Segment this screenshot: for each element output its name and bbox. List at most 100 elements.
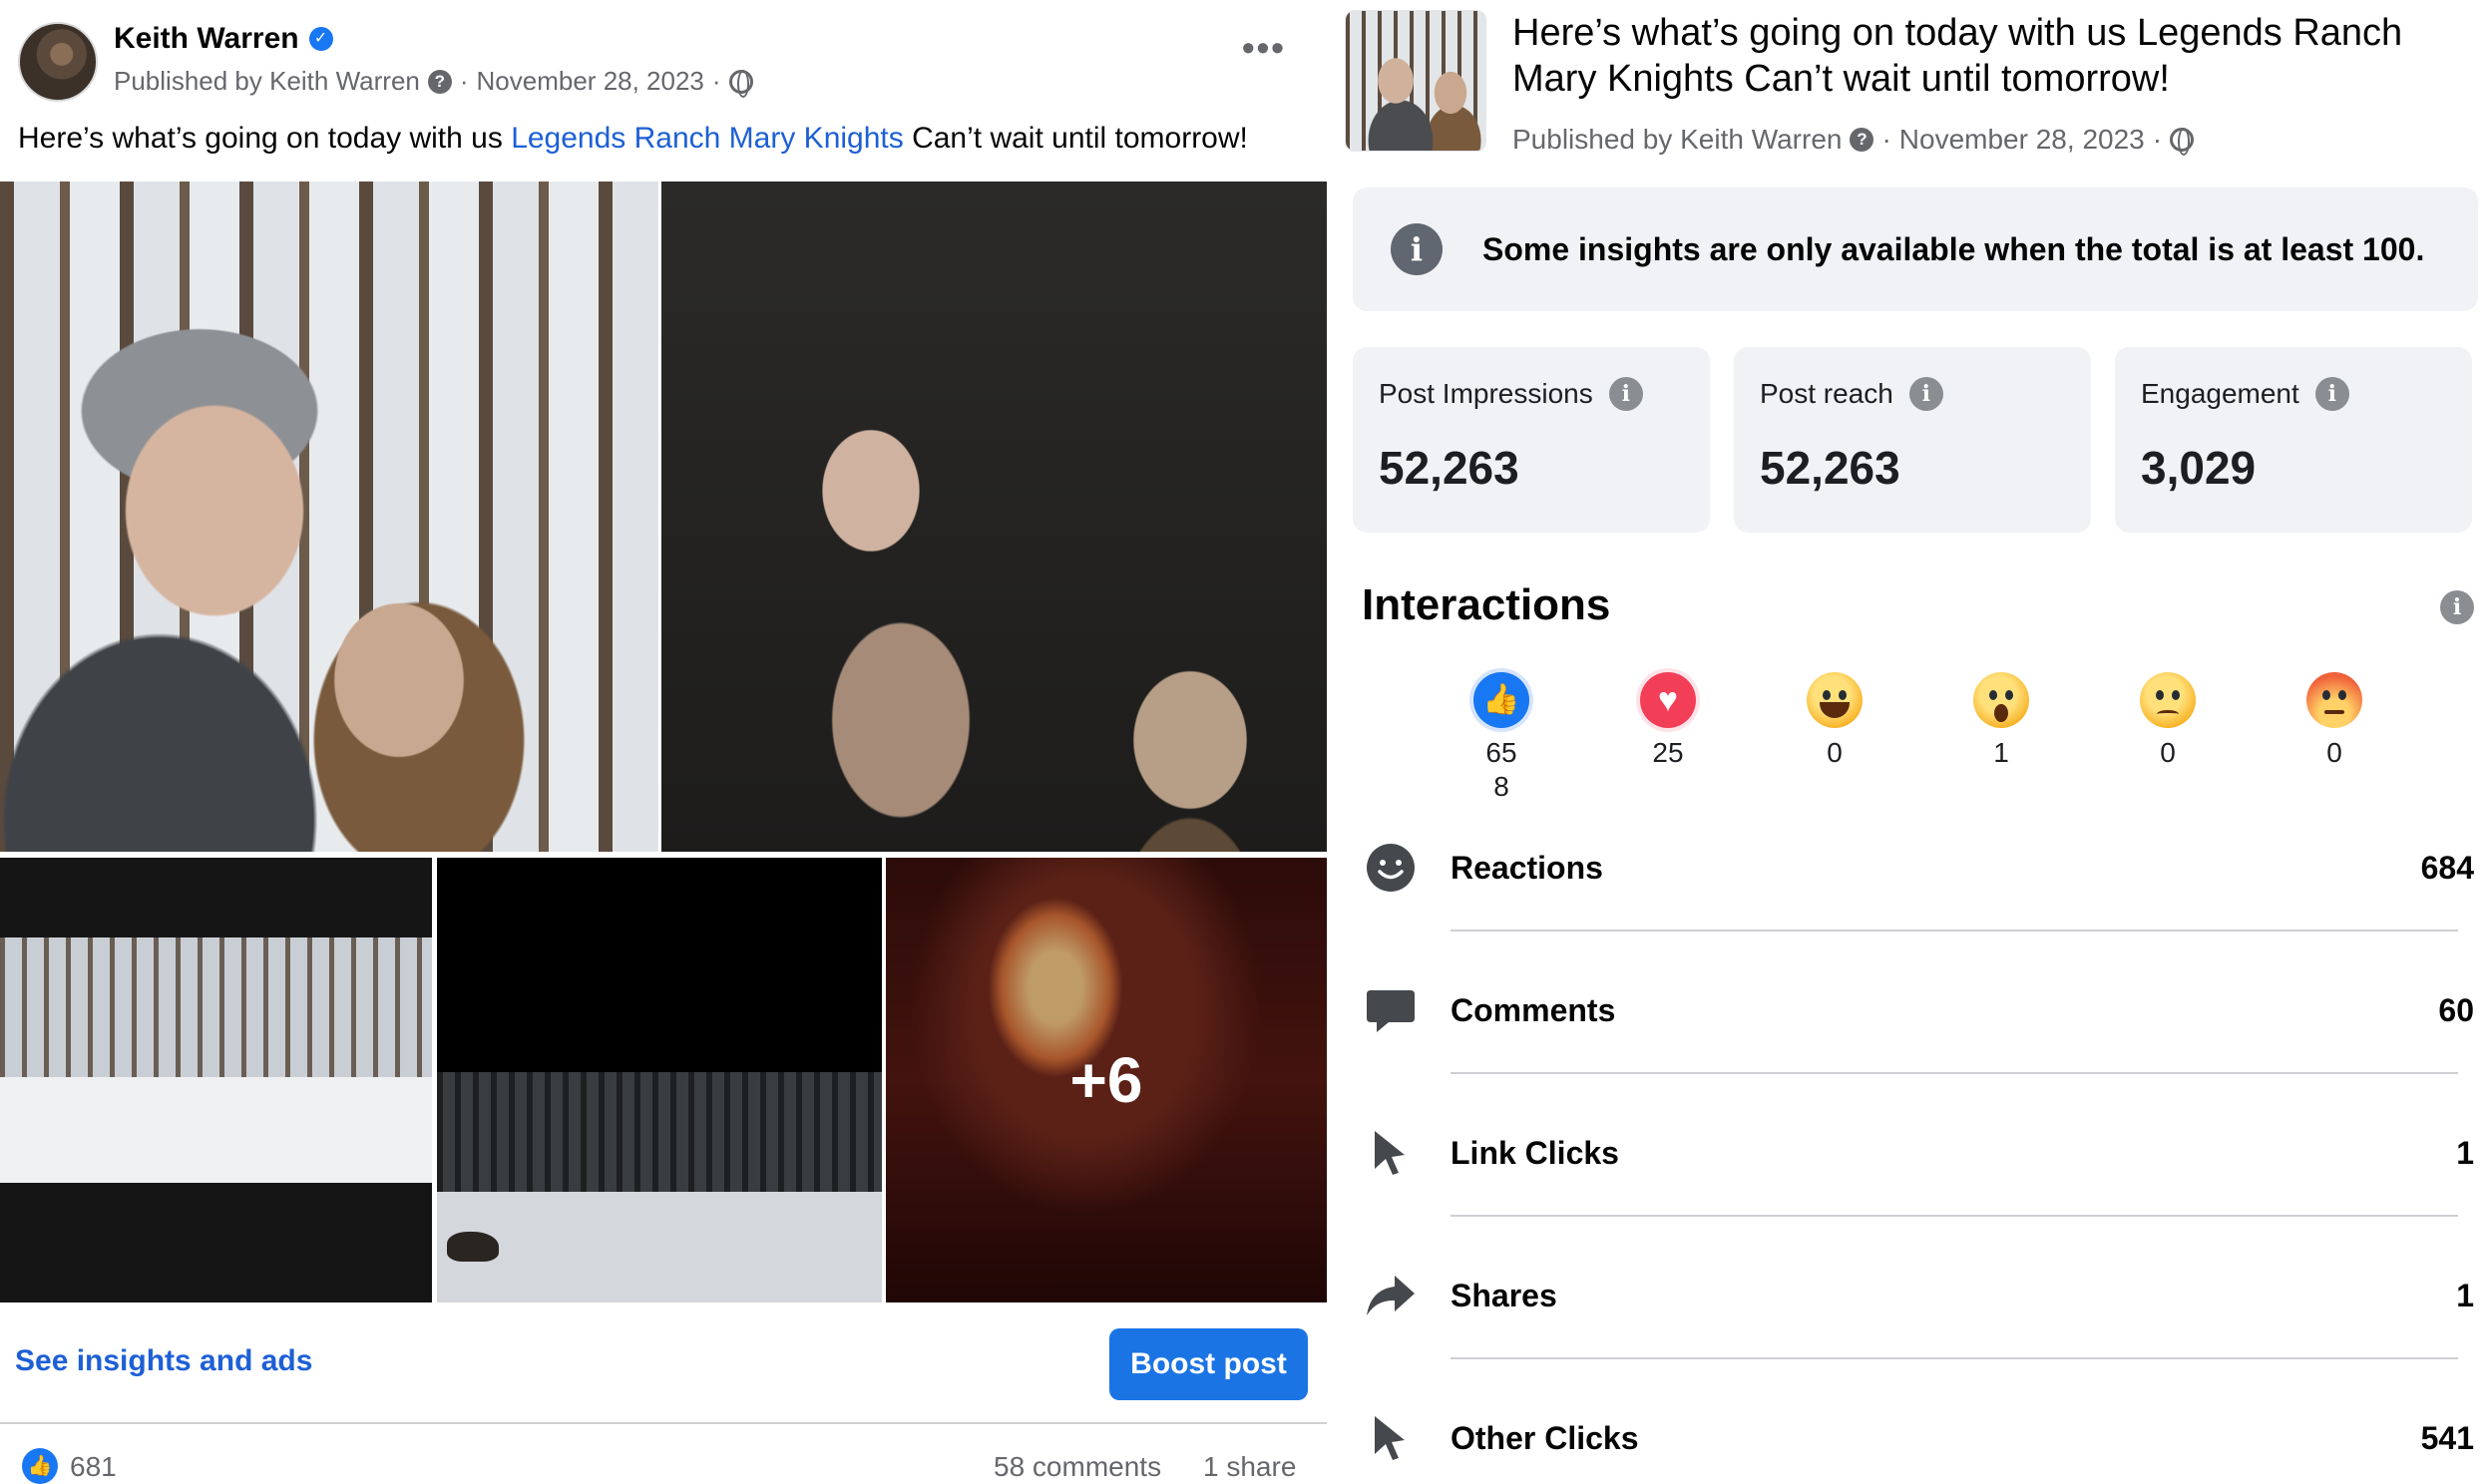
info-icon[interactable]: i: [1608, 377, 1643, 411]
post-date[interactable]: November 28, 2023: [477, 66, 704, 97]
divider: [0, 1422, 1327, 1424]
photo-snowy-lane[interactable]: [0, 858, 432, 1302]
info-icon[interactable]: i: [1908, 377, 1943, 411]
help-icon[interactable]: ?: [427, 69, 452, 94]
shares-count[interactable]: 1 share: [1203, 1451, 1296, 1483]
boost-post-button[interactable]: Boost post: [1109, 1328, 1308, 1400]
facebook-post: Keith Warren ✓ Published by Keith Warren…: [0, 0, 1327, 1484]
notice-text: Some insights are only available when th…: [1482, 231, 2425, 267]
reaction-wow: 1: [1946, 672, 2056, 770]
metric-value: 1: [2456, 1135, 2474, 1171]
metric-label: Shares: [1451, 1278, 1557, 1313]
reaction-count: 25: [1652, 737, 1684, 768]
reaction-count: 1: [1993, 737, 2009, 768]
sad-reaction-icon: [2140, 672, 2196, 728]
reaction-sad: 0: [2113, 672, 2223, 770]
help-icon[interactable]: ?: [1850, 128, 1874, 152]
reaction-count: 0: [2326, 737, 2342, 768]
info-icon[interactable]: i: [2440, 590, 2474, 624]
wow-reaction-icon: [1973, 672, 2029, 728]
photo-deer-in-snow[interactable]: [437, 858, 882, 1302]
cursor-icon: [1375, 1131, 1405, 1175]
globe-icon: [2170, 128, 2195, 156]
stat-card-engagement: Engagement i 3,029: [2115, 347, 2472, 533]
reaction-like: 👍 65 8: [1447, 672, 1556, 804]
reaction-count: 65 8: [1485, 737, 1517, 802]
metric-label: Link Clicks: [1451, 1135, 1619, 1171]
comment-bubble-icon: [1367, 990, 1415, 1032]
globe-icon: [728, 69, 753, 98]
reaction-count: 0: [1827, 737, 1843, 768]
metric-shares: Shares 1: [1337, 1264, 2490, 1359]
stat-value: 52,263: [1379, 442, 1519, 494]
post-thumbnail: [1345, 10, 1486, 152]
angry-reaction-icon: [2306, 672, 2362, 728]
meta-separator: ·: [459, 66, 469, 96]
author-name[interactable]: Keith Warren: [114, 22, 299, 56]
author-avatar[interactable]: [18, 22, 98, 102]
see-insights-link[interactable]: See insights and ads: [15, 1344, 312, 1378]
smiley-icon: [1367, 844, 1415, 892]
more-photos-overlay[interactable]: +6: [886, 858, 1327, 1302]
divider: [1451, 929, 2458, 931]
reaction-love: ♥ 25: [1613, 672, 1723, 770]
stat-label-row: Engagement i: [2141, 377, 2349, 411]
caption-text: Here’s what’s going on today with us: [18, 122, 512, 155]
post-caption: Here’s what’s going on today with us Leg…: [18, 122, 1248, 156]
deer-silhouette: [447, 1232, 499, 1262]
cursor-icon: [1375, 1416, 1405, 1460]
photo-group-blind[interactable]: [661, 182, 1327, 852]
post-date: November 28, 2023: [1898, 124, 2145, 155]
meta-separator: ·: [1881, 124, 1891, 155]
reaction-count: 0: [2160, 737, 2176, 768]
divider: [1451, 1357, 2458, 1359]
published-by: Published by Keith Warren: [1512, 124, 1843, 155]
likes-count[interactable]: 681: [70, 1451, 117, 1483]
meta-separator: ·: [2152, 124, 2163, 155]
more-options-icon[interactable]: •••: [1242, 30, 1286, 66]
meta-separator: ·: [711, 66, 721, 96]
info-icon[interactable]: i: [2314, 377, 2349, 411]
info-icon: i: [1391, 223, 1443, 275]
metric-label: Comments: [1451, 992, 1616, 1028]
stat-card-impressions: Post Impressions i 52,263: [1353, 347, 1710, 533]
stat-label: Engagement: [2141, 378, 2299, 409]
divider: [1451, 1072, 2458, 1074]
stat-label-row: Post reach i: [1760, 377, 1943, 411]
divider: [1451, 1215, 2458, 1217]
share-arrow-icon: [1367, 1276, 1415, 1315]
insights-post-meta: Published by Keith Warren ? · November 2…: [1512, 124, 2195, 156]
insights-post-title: Here’s what’s going on today with us Leg…: [1512, 12, 2403, 100]
verified-badge-icon: ✓: [308, 27, 333, 51]
metric-value: 541: [2420, 1420, 2474, 1456]
metric-link-clicks: Link Clicks 1: [1337, 1121, 2490, 1217]
photo-selfie-couple[interactable]: [0, 182, 658, 852]
insights-notice: i Some insights are only available when …: [1353, 187, 2478, 311]
haha-reaction-icon: [1807, 672, 1863, 728]
reaction-haha: 0: [1780, 672, 1889, 770]
metric-comments: Comments 60: [1337, 978, 2490, 1074]
metric-value: 684: [2420, 850, 2474, 886]
metric-reactions: Reactions 684: [1337, 836, 2490, 931]
metric-value: 60: [2438, 992, 2474, 1028]
like-reaction-icon[interactable]: 👍: [22, 1448, 58, 1484]
author-name-row: Keith Warren ✓: [114, 22, 333, 56]
comments-count[interactable]: 58 comments: [994, 1451, 1161, 1483]
caption-text-end: Can’t wait until tomorrow!: [903, 122, 1248, 155]
metric-value: 1: [2456, 1278, 2474, 1313]
metric-label: Other Clicks: [1451, 1420, 1639, 1456]
post-insights-panel: Here’s what’s going on today with us Leg…: [1337, 0, 2490, 1484]
interactions-title: Interactions: [1362, 580, 1611, 629]
caption-link[interactable]: Legends Ranch Mary Knights: [511, 122, 904, 155]
stat-value: 3,029: [2141, 442, 2257, 494]
stat-label: Post Impressions: [1379, 378, 1593, 409]
reaction-angry: 0: [2280, 672, 2389, 770]
love-reaction-icon: ♥: [1640, 672, 1696, 728]
stat-label: Post reach: [1760, 378, 1893, 409]
published-by: Published by Keith Warren: [114, 66, 420, 96]
stat-card-reach: Post reach i 52,263: [1734, 347, 2091, 533]
photo-heater[interactable]: +6: [886, 858, 1327, 1302]
stat-value: 52,263: [1760, 442, 1900, 494]
metric-label: Reactions: [1451, 850, 1603, 886]
post-meta: Published by Keith Warren ? · November 2…: [114, 66, 753, 98]
